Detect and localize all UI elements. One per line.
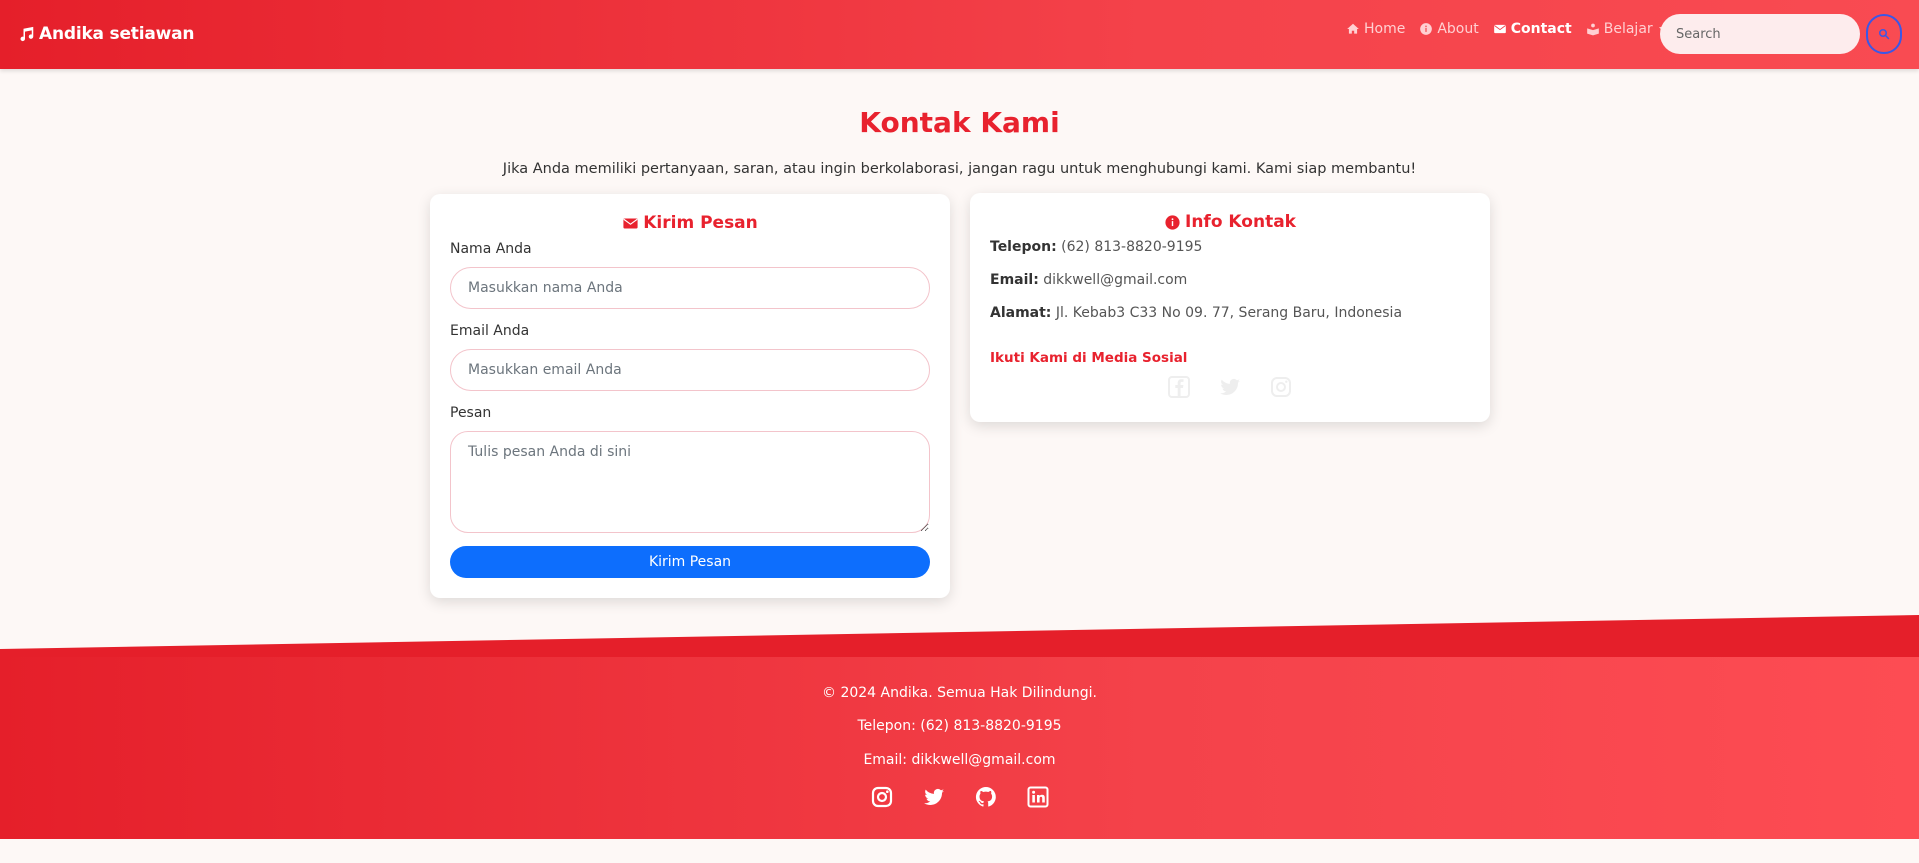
navbar: Andika setiawan Home About Contact Belaj… [0, 0, 1919, 69]
brand-logo[interactable]: Andika setiawan [19, 21, 195, 47]
nav-link-home-label: Home [1364, 21, 1406, 37]
email-field[interactable] [450, 349, 930, 391]
message-field[interactable] [450, 431, 930, 533]
footer: © 2024 Andika. Semua Hak Dilindungi. Tel… [0, 657, 1919, 839]
info-phone-value: (62) 813-8820-9195 [1061, 239, 1203, 255]
instagram-icon [1271, 377, 1291, 397]
facebook-link[interactable] [1166, 374, 1192, 400]
nav-link-home[interactable]: Home [1346, 21, 1405, 37]
contact-form-card: Kirim Pesan Nama Anda Email Anda Pesan K… [430, 194, 950, 598]
info-circle-icon [1420, 23, 1433, 35]
footer-phone: Telepon: (62) 813-8820-9195 [857, 718, 1062, 734]
info-email-value: dikkwell@gmail.com [1043, 272, 1188, 288]
twitter-icon [923, 788, 944, 805]
footer-instagram-link[interactable] [869, 784, 894, 809]
brand-name: Andika setiawan [39, 24, 195, 44]
footer-email: Email: dikkwell@gmail.com [863, 752, 1056, 768]
name-label: Nama Anda [450, 241, 532, 257]
info-address-label: Alamat: [990, 305, 1052, 321]
nav-links: Home About Contact Belajar [1346, 19, 1681, 39]
nav-link-contact[interactable]: Contact [1493, 21, 1572, 37]
nav-link-about[interactable]: About [1419, 21, 1479, 37]
info-phone: Telepon: (62) 813-8820-9195 [990, 239, 1202, 255]
info-phone-label: Telepon: [990, 239, 1057, 255]
send-message-button[interactable]: Kirim Pesan [450, 546, 930, 578]
search-icon [1879, 29, 1890, 40]
info-title: Info Kontak [970, 212, 1490, 232]
info-circle-icon [1165, 214, 1180, 230]
twitter-link[interactable] [1217, 374, 1243, 400]
github-icon [975, 786, 996, 807]
instagram-icon [871, 786, 892, 807]
nav-link-belajar[interactable]: Belajar [1586, 21, 1667, 37]
page-title: Kontak Kami [859, 106, 1060, 139]
message-label: Pesan [450, 405, 492, 421]
contact-info-card: Info Kontak Telepon: (62) 813-8820-9195 … [970, 193, 1490, 422]
twitter-icon [1220, 378, 1240, 395]
info-title-text: Info Kontak [1185, 212, 1296, 232]
search-input[interactable] [1660, 14, 1860, 54]
info-email: Email: dikkwell@gmail.com [990, 272, 1187, 288]
footer-copyright: © 2024 Andika. Semua Hak Dilindungi. [822, 685, 1097, 701]
form-title-text: Kirim Pesan [643, 213, 758, 233]
name-field[interactable] [450, 267, 930, 309]
home-icon [1347, 23, 1359, 34]
search-button[interactable] [1866, 14, 1902, 54]
page-subtitle: Jika Anda memiliki pertanyaan, saran, at… [502, 161, 1417, 177]
nav-link-contact-label: Contact [1510, 21, 1572, 37]
footer-linkedin-link[interactable] [1025, 784, 1050, 809]
instagram-link[interactable] [1268, 374, 1294, 400]
facebook-icon [1168, 376, 1190, 398]
form-title: Kirim Pesan [430, 213, 950, 233]
envelope-icon [1493, 24, 1506, 34]
linkedin-icon [1027, 786, 1048, 807]
nav-link-about-label: About [1437, 21, 1479, 37]
envelope-icon [623, 218, 638, 228]
info-address-value: Jl. Kebab3 C33 No 09. 77, Serang Baru, I… [1055, 305, 1403, 321]
footer-social-icons [0, 784, 1919, 809]
footer-wave [0, 615, 1919, 658]
info-address: Alamat: Jl. Kebab3 C33 No 09. 77, Serang… [990, 305, 1402, 321]
email-label: Email Anda [450, 323, 530, 339]
nav-link-belajar-label: Belajar [1603, 21, 1653, 37]
footer-twitter-link[interactable] [921, 784, 946, 809]
music-note-icon [20, 26, 34, 42]
social-heading: Ikuti Kami di Media Sosial [990, 350, 1188, 366]
info-email-label: Email: [990, 272, 1039, 288]
social-icons [970, 374, 1490, 400]
book-reader-icon [1586, 23, 1599, 36]
footer-github-link[interactable] [973, 784, 998, 809]
